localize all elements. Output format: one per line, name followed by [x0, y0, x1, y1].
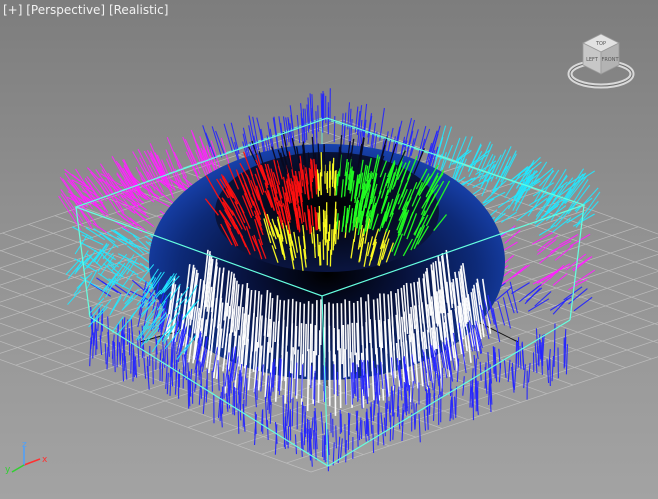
perspective-viewport[interactable]: [+] [Perspective] [Realistic] TOP LEFT F… [0, 0, 658, 499]
viewport-general-menu[interactable]: [+] [3, 3, 22, 17]
viewcube-left-label: LEFT [586, 57, 599, 63]
scene-canvas[interactable] [0, 0, 658, 499]
viewport-label-menu: [+] [Perspective] [Realistic] [3, 3, 168, 17]
viewcube-icon[interactable]: TOP LEFT FRONT [566, 32, 636, 92]
axis-y-label: y [5, 465, 11, 475]
viewcube-front-label: FRONT [601, 57, 619, 63]
axis-tripod-icon: x z y [5, 440, 48, 475]
viewport-shading-menu[interactable]: [Realistic] [109, 3, 168, 17]
viewport-point-of-view-menu[interactable]: [Perspective] [26, 3, 105, 17]
axis-z-label: z [22, 440, 27, 450]
axis-x-label: x [42, 455, 48, 465]
viewcube-top-label: TOP [595, 41, 606, 47]
